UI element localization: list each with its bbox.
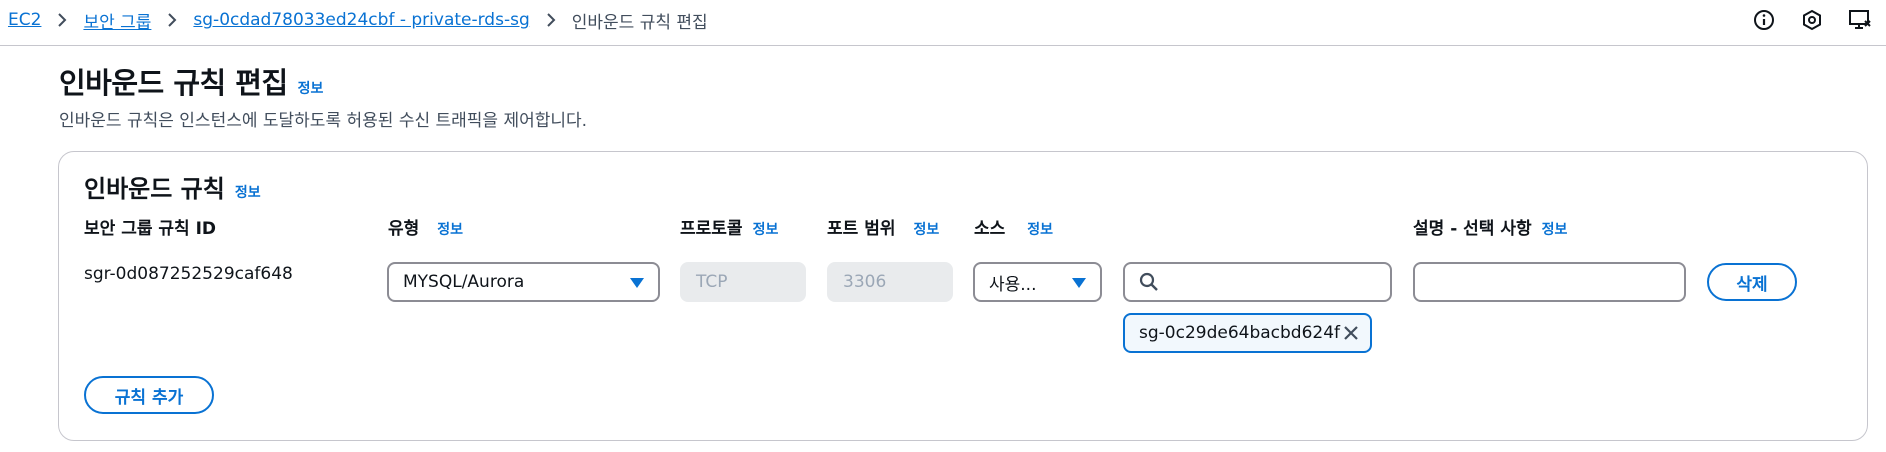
top-bar: EC2 보안 그룹 sg-0cdad78033ed24cbf - private… [0,0,1886,46]
port-range-value: 3306 [843,272,887,292]
port-range-info-link[interactable]: 정보 [913,219,939,239]
column-protocol-label: 프로토콜 [680,219,743,239]
column-rule-id: 보안 그룹 규칙 ID [84,214,216,239]
section-info-link[interactable]: 정보 [235,182,261,202]
column-description: 설명 - 선택 사항 정보 [1413,214,1567,239]
column-source-label: 소스 [974,219,1006,239]
chevron-right-icon [543,12,559,28]
column-port-range-label: 포트 범위 [827,219,896,239]
settings-hex-icon[interactable] [1800,8,1824,32]
column-type-label: 유형 [388,219,420,239]
add-rule-button[interactable]: 규칙 추가 [84,376,214,414]
source-search-input[interactable] [1123,262,1392,302]
source-type-select[interactable]: 사용... [973,262,1102,302]
inbound-rules-container: 인바운드 규칙 정보 보안 그룹 규칙 ID 유형 정보 프로토콜 정보 포트 … [58,151,1868,441]
port-range-input: 3306 [827,262,953,302]
protocol-info-link[interactable]: 정보 [753,219,779,239]
breadcrumb-current: 인바운드 규칙 편집 [571,12,708,33]
source-info-link[interactable]: 정보 [1027,219,1053,239]
close-icon[interactable] [1342,324,1360,342]
rule-id-value: sgr-0d087252529caf648 [84,264,293,284]
chevron-right-icon [54,12,70,28]
source-token-label: sg-0c29de64bacbd624f [1139,323,1341,343]
page-info-link[interactable]: 정보 [298,78,324,98]
breadcrumb-ec2[interactable]: EC2 [8,10,41,30]
section-header: 인바운드 규칙 정보 [84,169,261,204]
type-select[interactable]: MYSQL/Aurora [387,262,660,302]
info-icon[interactable] [1752,8,1776,32]
chevron-right-icon [164,12,180,28]
type-info-link[interactable]: 정보 [437,219,463,239]
column-protocol: 프로토콜 정보 [680,214,778,239]
description-input[interactable] [1413,262,1686,302]
page-description: 인바운드 규칙은 인스턴스에 도달하도록 허용된 수신 트래픽을 제어합니다. [59,111,588,131]
breadcrumb-security-group[interactable]: sg-0cdad78033ed24cbf - private-rds-sg [193,10,529,30]
column-rule-id-label: 보안 그룹 규칙 ID [84,219,217,239]
search-icon [1139,272,1158,291]
column-type: 유형 정보 [388,214,463,239]
breadcrumb: EC2 보안 그룹 sg-0cdad78033ed24cbf - private… [8,7,708,33]
page-header: 인바운드 규칙 편집 정보 [59,60,323,102]
column-source: 소스 정보 [974,214,1053,239]
breadcrumb-security-groups[interactable]: 보안 그룹 [83,8,151,33]
section-title: 인바운드 규칙 [84,175,225,203]
source-type-value: 사용... [989,274,1037,295]
caret-down-icon [630,278,644,288]
description-info-link[interactable]: 정보 [1542,219,1568,239]
page-title: 인바운드 규칙 편집 [59,66,288,100]
protocol-value: TCP [696,272,728,292]
protocol-input: TCP [680,262,806,302]
caret-down-icon [1072,278,1086,288]
source-token: sg-0c29de64bacbd624f [1123,313,1372,353]
type-select-value: MYSQL/Aurora [403,272,525,292]
column-port-range: 포트 범위 정보 [827,214,939,239]
delete-button[interactable]: 삭제 [1707,263,1797,301]
feedback-icon[interactable] [1848,8,1872,32]
column-description-label: 설명 - 선택 사항 [1413,219,1532,239]
top-icons [1752,8,1886,32]
